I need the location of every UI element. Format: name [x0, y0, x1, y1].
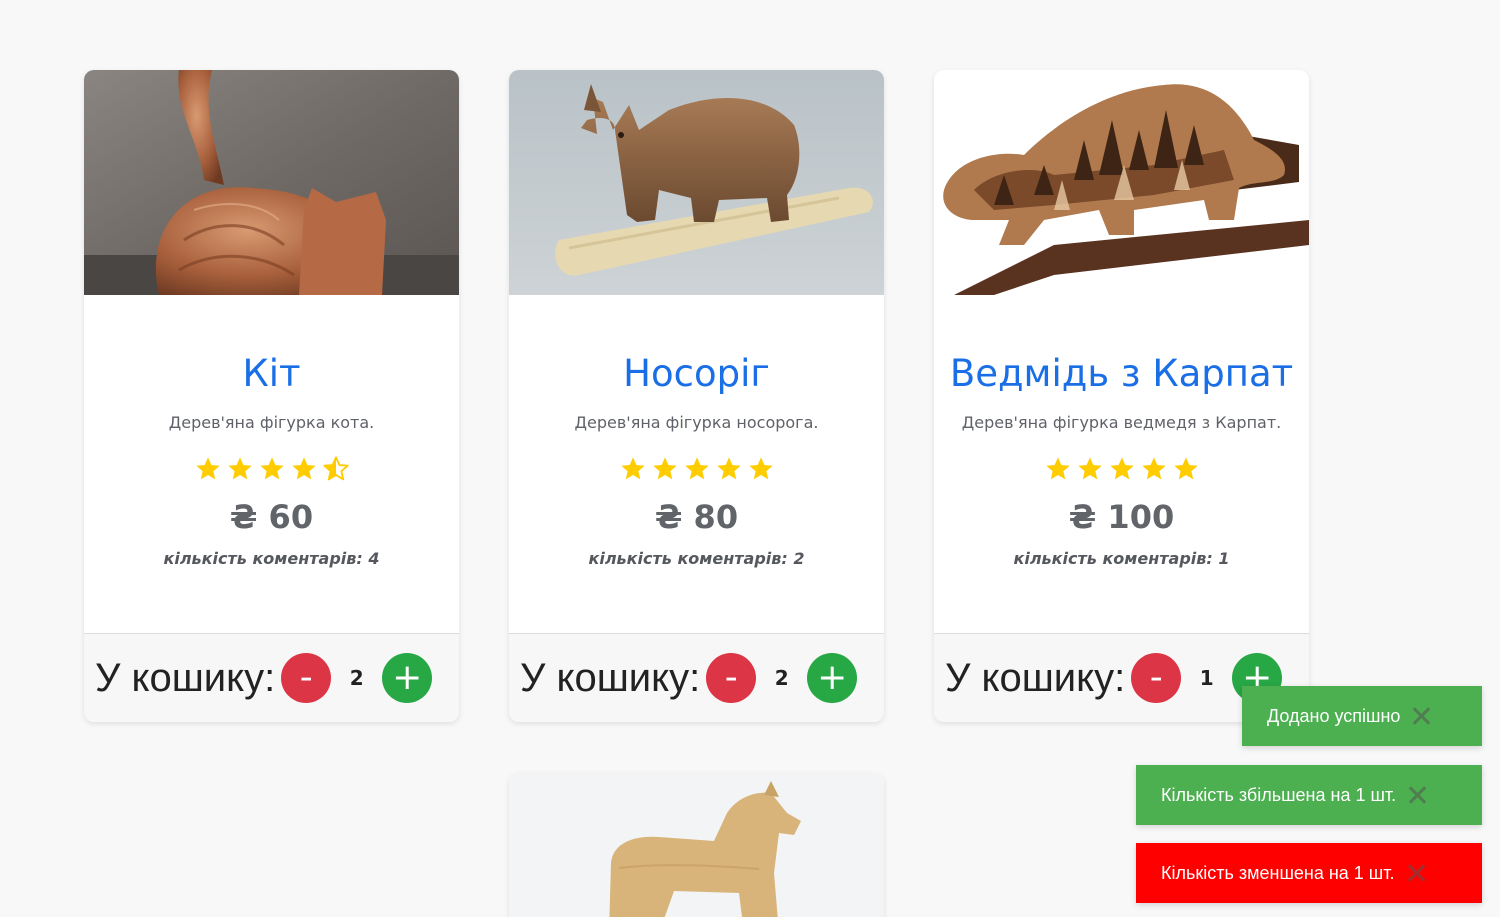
product-image-rhino[interactable] — [509, 70, 884, 295]
product-price: ₴ 100 — [1068, 498, 1175, 536]
rating-stars — [84, 455, 459, 483]
cart-controls: У кошику: - 2 + — [509, 633, 884, 722]
star-full-icon — [227, 457, 252, 480]
star-full-icon — [1141, 457, 1166, 480]
star-full-icon — [716, 457, 741, 480]
toast-message: Кількість збільшена на 1 шт. — [1161, 784, 1397, 805]
star-full-icon — [1109, 457, 1134, 480]
product-title[interactable]: Носоріг — [509, 352, 884, 395]
product-image-horse[interactable] — [509, 773, 884, 917]
product-card-horse — [509, 773, 884, 917]
star-full-icon — [652, 457, 677, 480]
toast-quantity-increased: Кількість збільшена на 1 шт. — [1136, 765, 1482, 825]
star-full-icon — [291, 457, 316, 480]
close-icon[interactable] — [1405, 862, 1427, 884]
star-full-icon — [748, 457, 773, 480]
decrease-quantity-button[interactable]: - — [281, 653, 332, 703]
close-icon[interactable] — [1410, 705, 1432, 727]
cart-label: У кошику: — [945, 655, 1126, 700]
close-icon[interactable] — [1406, 784, 1428, 806]
product-price: ₴ 60 — [229, 498, 314, 536]
comments-count[interactable]: кількість коментарів: 1 — [934, 549, 1309, 568]
cart-label: У кошику: — [520, 655, 701, 700]
star-full-icon — [1045, 457, 1070, 480]
star-half-icon — [322, 456, 349, 481]
product-description: Дерев'яна фігурка ведмедя з Карпат. — [961, 413, 1282, 432]
toast-message: Додано успішно — [1267, 705, 1401, 726]
product-price: ₴ 80 — [654, 498, 739, 536]
toast-quantity-decreased: Кількість зменшена на 1 шт. — [1136, 843, 1482, 903]
increase-quantity-button[interactable]: + — [807, 653, 858, 703]
product-title[interactable]: Кіт — [84, 352, 459, 395]
star-full-icon — [684, 457, 709, 480]
product-card-cat: Кіт Дерев'яна фігурка кота. ₴ 60 кількіс… — [84, 70, 459, 722]
product-card-rhino: Носоріг Дерев'яна фігурка носорога. ₴ 80… — [509, 70, 884, 722]
toast-added-success: Додано успішно — [1242, 686, 1482, 746]
toast-message: Кількість зменшена на 1 шт. — [1161, 862, 1395, 883]
star-full-icon — [195, 457, 220, 480]
decrease-quantity-button[interactable]: - — [1131, 653, 1182, 703]
product-title[interactable]: Ведмідь з Карпат — [934, 352, 1309, 395]
cart-controls: У кошику: - 2 + — [84, 633, 459, 722]
cart-label: У кошику: — [95, 655, 276, 700]
cart-quantity: 2 — [774, 666, 789, 690]
star-full-icon — [1173, 457, 1198, 480]
product-card-bear: Ведмідь з Карпат Дерев'яна фігурка ведме… — [934, 70, 1309, 722]
rating-stars — [934, 455, 1309, 483]
product-image-cat[interactable] — [84, 70, 459, 295]
rating-stars — [509, 455, 884, 483]
comments-count[interactable]: кількість коментарів: 2 — [509, 549, 884, 568]
comments-count[interactable]: кількість коментарів: 4 — [84, 549, 459, 568]
cart-quantity: 2 — [349, 666, 364, 690]
star-full-icon — [1077, 457, 1102, 480]
increase-quantity-button[interactable]: + — [382, 653, 433, 703]
star-full-icon — [259, 457, 284, 480]
product-description: Дерев'яна фігурка кота. — [168, 413, 375, 432]
decrease-quantity-button[interactable]: - — [706, 653, 757, 703]
product-description: Дерев'яна фігурка носорога. — [574, 413, 819, 432]
cart-quantity: 1 — [1199, 666, 1214, 690]
product-image-bear[interactable] — [934, 70, 1309, 295]
star-full-icon — [620, 457, 645, 480]
